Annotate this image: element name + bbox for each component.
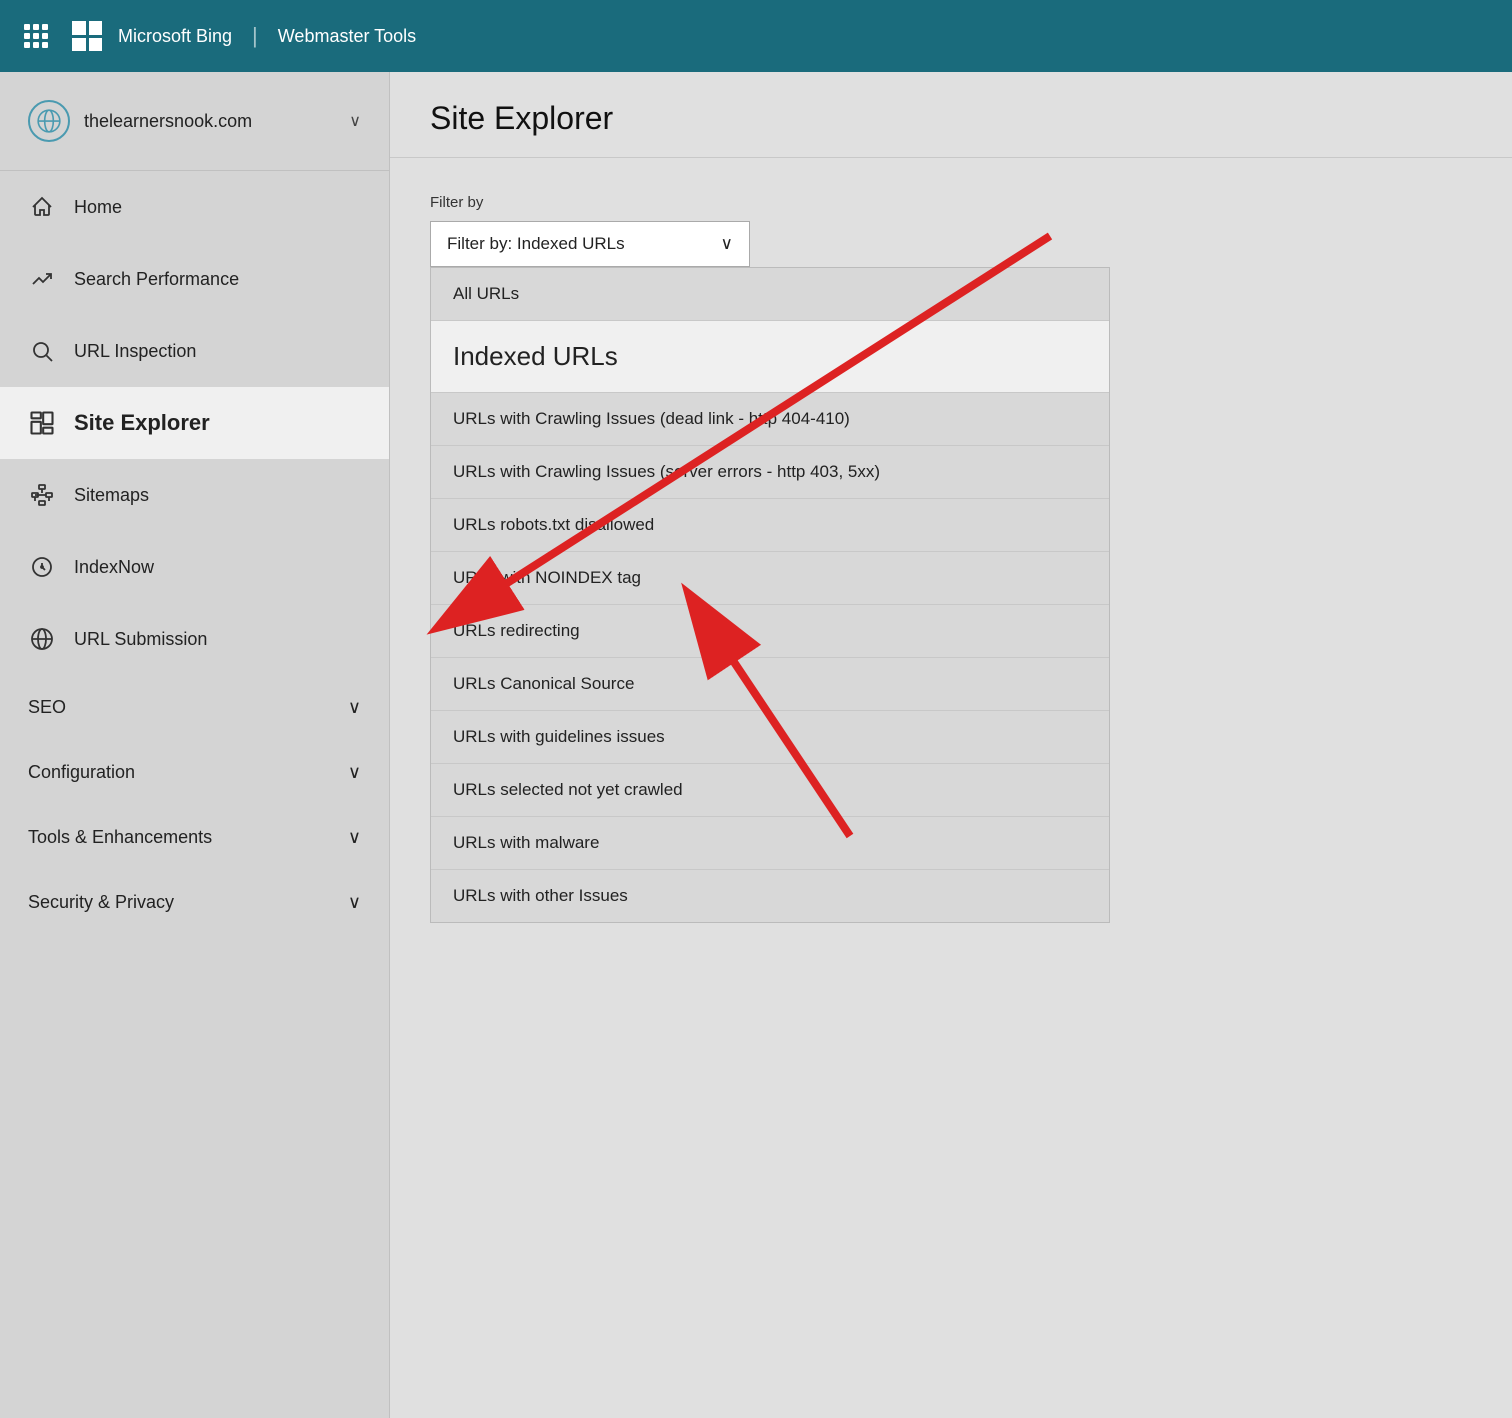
sidebar-section-configuration-label: Configuration: [28, 762, 135, 783]
sidebar-item-search-performance-label: Search Performance: [74, 269, 361, 290]
site-explorer-icon: [28, 409, 56, 437]
search-icon: [28, 337, 56, 365]
sidebar-section-tools-enhancements[interactable]: Tools & Enhancements ∨: [0, 805, 389, 870]
indexnow-icon: [28, 553, 56, 581]
dropdown-option-noindex[interactable]: URLs with NOINDEX tag: [431, 552, 1109, 605]
dropdown-option-robots-disallowed[interactable]: URLs robots.txt disallowed: [431, 499, 1109, 552]
security-chevron-icon: ∨: [348, 892, 361, 913]
sidebar-item-sitemaps-label: Sitemaps: [74, 485, 361, 506]
dropdown-option-indexed-urls[interactable]: Indexed URLs: [431, 321, 1109, 393]
dropdown-option-all-urls[interactable]: All URLs: [431, 268, 1109, 321]
sidebar-item-search-performance[interactable]: Search Performance: [0, 243, 389, 315]
section-name: Webmaster Tools: [278, 26, 416, 47]
sitemap-icon: [28, 481, 56, 509]
sidebar-item-home-label: Home: [74, 197, 361, 218]
tools-chevron-icon: ∨: [348, 827, 361, 848]
header-bar: Microsoft Bing | Webmaster Tools: [0, 0, 1512, 72]
sidebar: thelearnersnook.com ∨ Home Search Perfor…: [0, 72, 390, 1418]
sidebar-section-tools-label: Tools & Enhancements: [28, 827, 212, 848]
filter-label: Filter by: [430, 194, 1472, 211]
sidebar-item-site-explorer[interactable]: Site Explorer: [0, 387, 389, 459]
site-selector[interactable]: thelearnersnook.com ∨: [0, 72, 389, 171]
sidebar-section-security-privacy[interactable]: Security & Privacy ∨: [0, 870, 389, 935]
page-title-bar: Site Explorer: [390, 72, 1512, 158]
sidebar-section-configuration[interactable]: Configuration ∨: [0, 740, 389, 805]
sidebar-section-security-label: Security & Privacy: [28, 892, 174, 913]
dropdown-option-not-crawled[interactable]: URLs selected not yet crawled: [431, 764, 1109, 817]
windows-icon: [72, 21, 102, 51]
dropdown-option-guidelines[interactable]: URLs with guidelines issues: [431, 711, 1109, 764]
dropdown-option-redirecting[interactable]: URLs redirecting: [431, 605, 1109, 658]
filter-dropdown-list: All URLs Indexed URLs URLs with Crawling…: [430, 267, 1110, 923]
site-name: thelearnersnook.com: [84, 111, 335, 132]
sidebar-item-url-inspection-label: URL Inspection: [74, 341, 361, 362]
dropdown-option-crawling-dead[interactable]: URLs with Crawling Issues (dead link - h…: [431, 393, 1109, 446]
apps-icon[interactable]: [24, 24, 48, 48]
sidebar-item-url-submission[interactable]: URL Submission: [0, 603, 389, 675]
page-title: Site Explorer: [430, 100, 1472, 137]
header-divider: |: [252, 23, 258, 49]
sidebar-item-url-submission-label: URL Submission: [74, 629, 361, 650]
app-name: Microsoft Bing: [118, 26, 232, 47]
main-content: Site Explorer Filter by Filter by: Index…: [390, 72, 1512, 1418]
filter-dropdown-current-value: Filter by: Indexed URLs: [447, 234, 625, 254]
sidebar-item-url-inspection[interactable]: URL Inspection: [0, 315, 389, 387]
main-layout: thelearnersnook.com ∨ Home Search Perfor…: [0, 72, 1512, 1418]
seo-chevron-icon: ∨: [348, 697, 361, 718]
sidebar-section-seo[interactable]: SEO ∨: [0, 675, 389, 740]
site-globe-icon: [28, 100, 70, 142]
sidebar-item-sitemaps[interactable]: Sitemaps: [0, 459, 389, 531]
dropdown-option-other-issues[interactable]: URLs with other Issues: [431, 870, 1109, 922]
sidebar-item-home[interactable]: Home: [0, 171, 389, 243]
url-submission-icon: [28, 625, 56, 653]
dropdown-option-malware[interactable]: URLs with malware: [431, 817, 1109, 870]
home-icon: [28, 193, 56, 221]
content-area: Filter by Filter by: Indexed URLs ∨ All …: [390, 158, 1512, 959]
filter-dropdown-chevron: ∨: [721, 234, 733, 254]
dropdown-option-canonical[interactable]: URLs Canonical Source: [431, 658, 1109, 711]
dropdown-option-crawling-server[interactable]: URLs with Crawling Issues (server errors…: [431, 446, 1109, 499]
sidebar-section-seo-label: SEO: [28, 697, 66, 718]
trending-icon: [28, 265, 56, 293]
configuration-chevron-icon: ∨: [348, 762, 361, 783]
sidebar-item-site-explorer-label: Site Explorer: [74, 410, 361, 436]
sidebar-item-indexnow-label: IndexNow: [74, 557, 361, 578]
site-selector-chevron: ∨: [349, 111, 361, 131]
filter-dropdown-button[interactable]: Filter by: Indexed URLs ∨: [430, 221, 750, 267]
sidebar-item-indexnow[interactable]: IndexNow: [0, 531, 389, 603]
